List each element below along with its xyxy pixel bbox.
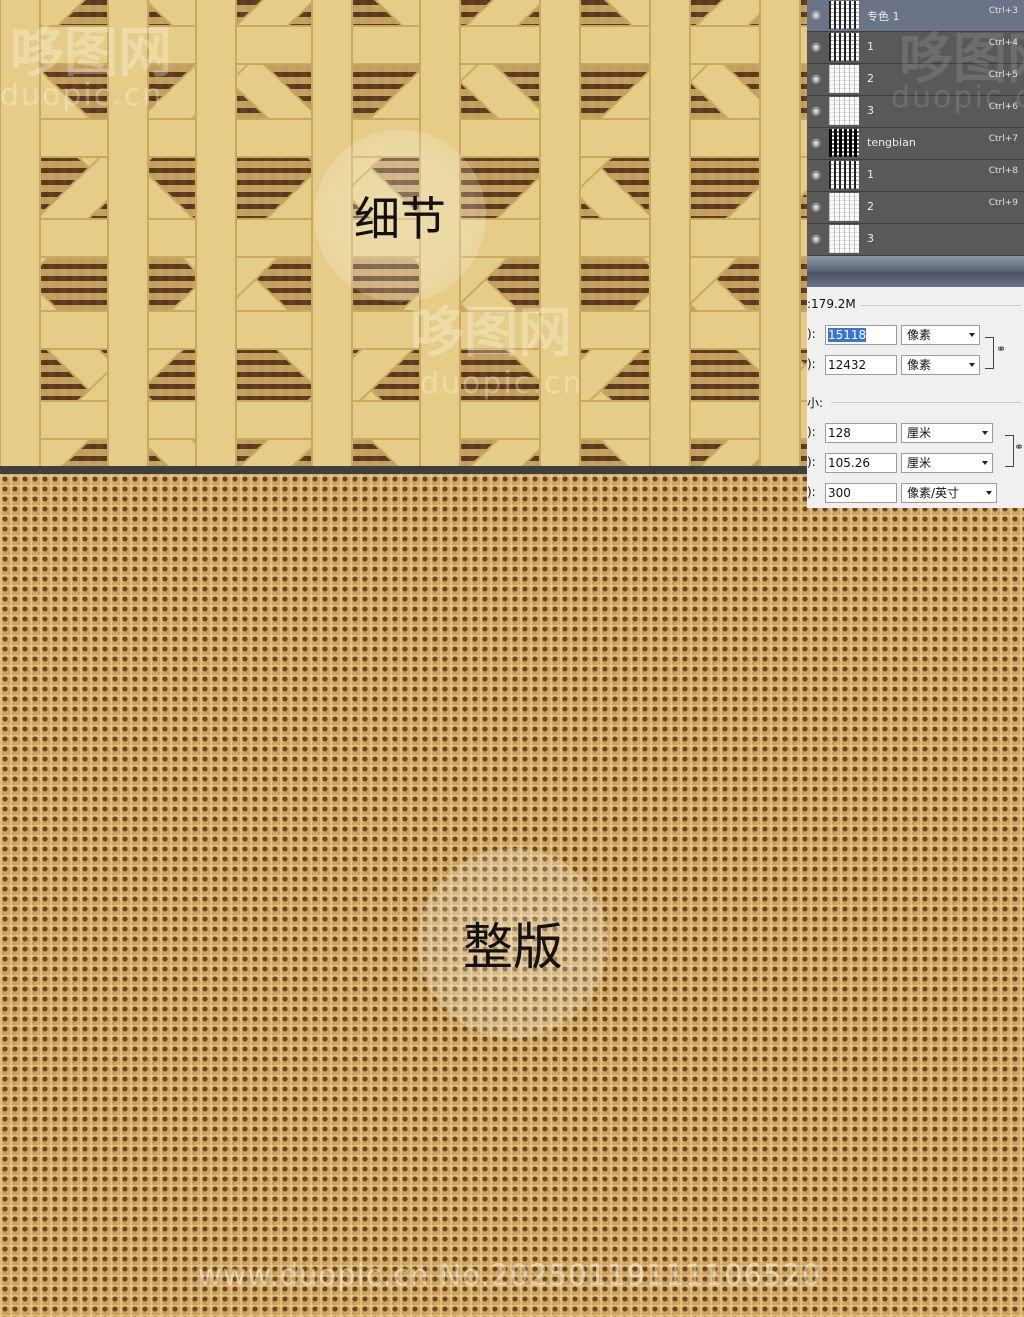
document-size-label: 小: [807, 396, 824, 410]
layer-thumbnail [829, 1, 859, 29]
doc-height-input[interactable]: 105.26 [825, 453, 897, 473]
plate-label-badge: 整版 [418, 848, 608, 1038]
pixel-width-unit: 像素 [907, 328, 932, 342]
panel-title-bar [807, 256, 1024, 287]
detail-label: 细节 [354, 192, 446, 246]
layer-row[interactable]: ◉ 3 [807, 224, 1024, 256]
pixel-height-unit-select[interactable]: 像素 [901, 355, 980, 375]
layer-row[interactable]: ◉ tengbian Ctrl+7 [807, 128, 1024, 160]
plate-label: 整版 [463, 918, 563, 976]
chevron-down-icon [969, 333, 975, 337]
link-chain-icon[interactable]: ⚭ [1014, 440, 1024, 454]
full-plate-pattern: 整版 [0, 474, 1024, 1317]
layer-name: 1 [867, 40, 874, 53]
eye-icon[interactable]: ◉ [809, 72, 823, 86]
doc-width-label: ): [807, 425, 816, 439]
pixel-width-input[interactable]: 15118 [825, 325, 897, 345]
resolution-value: 300 [828, 486, 851, 500]
eye-icon[interactable]: ◉ [809, 200, 823, 214]
doc-height-label: ): [807, 455, 816, 469]
layer-name: 3 [867, 104, 874, 117]
eye-icon[interactable]: ◉ [809, 168, 823, 182]
doc-height-value: 105.26 [828, 456, 870, 470]
eye-icon[interactable]: ◉ [809, 8, 823, 22]
chevron-down-icon [982, 431, 988, 435]
image-size-dialog: :179.2M ): 15118 像素 ): 12432 像素 ⚭ 小: ): … [807, 287, 1024, 508]
layer-row[interactable]: ◉ 1 Ctrl+8 [807, 160, 1024, 192]
doc-width-input[interactable]: 128 [825, 423, 897, 443]
chevron-down-icon [969, 363, 975, 367]
doc-height-unit: 厘米 [907, 456, 932, 470]
doc-width-unit-select[interactable]: 厘米 [901, 423, 993, 443]
height-label: ): [807, 357, 816, 371]
layer-thumbnail [829, 225, 859, 253]
section-divider [0, 466, 807, 474]
resolution-unit: 像素/英寸 [907, 486, 960, 500]
pixel-dimensions-label: :179.2M [807, 297, 856, 311]
doc-height-unit-select[interactable]: 厘米 [901, 453, 993, 473]
group-rule [861, 305, 1021, 306]
constrain-bracket [985, 337, 994, 369]
width-label: ): [807, 327, 816, 341]
watermark-en: duopic.cn [420, 366, 584, 401]
constrain-bracket [1005, 435, 1014, 467]
chevron-down-icon [986, 491, 992, 495]
pixel-height-value: 12432 [828, 358, 867, 372]
eye-icon[interactable]: ◉ [809, 104, 823, 118]
watermark-en: duopic.cn [0, 78, 164, 113]
layer-thumbnail [829, 129, 859, 157]
link-chain-icon[interactable]: ⚭ [996, 342, 1006, 356]
watermark-en: duopic.cn [891, 80, 1024, 115]
watermark-cn: 哆图网 [410, 301, 572, 364]
layer-name: 1 [867, 168, 874, 181]
layer-name: 3 [867, 232, 874, 245]
pixel-height-unit: 像素 [907, 358, 932, 372]
doc-width-value: 128 [828, 426, 851, 440]
layer-name: 专色 1 [867, 10, 900, 23]
watermark-cn: 哆图网 [10, 21, 172, 84]
resolution-unit-select[interactable]: 像素/英寸 [901, 483, 997, 503]
eye-icon[interactable]: ◉ [809, 40, 823, 54]
layer-thumbnail [829, 65, 859, 93]
layer-thumbnail [829, 161, 859, 189]
pixel-height-input[interactable]: 12432 [825, 355, 897, 375]
doc-width-unit: 厘米 [907, 426, 932, 440]
resolution-input[interactable]: 300 [825, 483, 897, 503]
footer-watermark: www.duopic.cn No.20250119111106520 [198, 1258, 822, 1292]
group-rule [831, 402, 1021, 403]
layer-name: tengbian [867, 136, 916, 149]
detail-label-badge: 细节 [314, 130, 486, 302]
pixel-width-unit-select[interactable]: 像素 [901, 325, 980, 345]
layer-name: 2 [867, 200, 874, 213]
layer-thumbnail [829, 33, 859, 61]
chevron-down-icon [982, 461, 988, 465]
layer-shortcut: Ctrl+8 [988, 166, 1018, 176]
layers-panel: ◉ 专色 1 Ctrl+3 ◉ 1 Ctrl+4 ◉ 2 Ctrl+5 ◉ 3 Ctrl+6 ◉ teng… [807, 0, 1024, 256]
layer-row[interactable]: ◉ 2 Ctrl+9 [807, 192, 1024, 224]
layer-name: 2 [867, 72, 874, 85]
eye-icon[interactable]: ◉ [809, 136, 823, 150]
eye-icon[interactable]: ◉ [809, 232, 823, 246]
layer-thumbnail [829, 193, 859, 221]
layer-shortcut: Ctrl+7 [988, 134, 1018, 144]
detail-closeup-image: 哆图网 duopic.cn 哆图网 duopic.cn 细节 [0, 0, 807, 468]
pixel-width-value: 15118 [828, 328, 867, 342]
layer-shortcut: Ctrl+9 [988, 198, 1018, 208]
resolution-label: ): [807, 485, 816, 499]
layer-thumbnail [829, 97, 859, 125]
